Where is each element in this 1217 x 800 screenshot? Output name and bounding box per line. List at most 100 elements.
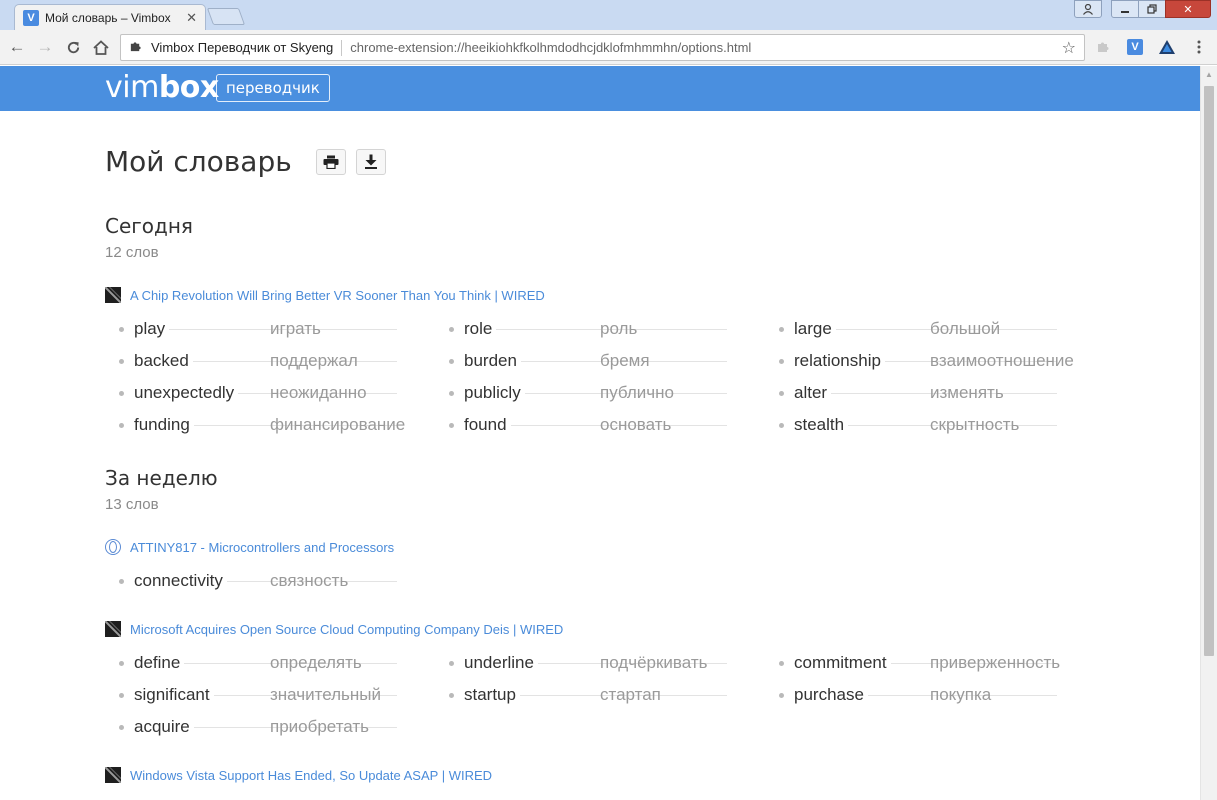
source-header: Microsoft Acquires Open Source Cloud Com… (105, 621, 563, 637)
word-translation: приверженность (930, 653, 1061, 672)
word-translation: поддержал (270, 351, 358, 370)
reload-icon[interactable] (62, 36, 84, 58)
bullet-icon (779, 692, 784, 698)
bullet-icon (449, 422, 454, 428)
wired-icon (105, 621, 121, 637)
word-term: significant (134, 685, 214, 705)
forward-arrow-icon[interactable]: → (34, 36, 56, 58)
tab-title: Мой словарь – Vimbox (45, 11, 171, 25)
word-translation: основать (600, 415, 672, 434)
bullet-icon (119, 724, 124, 730)
bullet-icon (449, 692, 454, 698)
word-term: define (134, 653, 185, 673)
word-translation: неожиданно (270, 383, 367, 402)
word-count: 13 слов (105, 496, 159, 513)
word-term: funding (134, 415, 194, 435)
drop-extension-icon[interactable] (1157, 37, 1177, 57)
word-item: significant значительный (105, 679, 405, 711)
vimbox-extension-icon[interactable]: V (1125, 37, 1145, 57)
source-header: Windows Vista Support Has Ended, So Upda… (105, 767, 492, 783)
word-term: commitment (794, 653, 891, 673)
bullet-icon (449, 390, 454, 396)
scroll-up-arrow-icon[interactable]: ▲ (1205, 70, 1213, 79)
vimbox-logo[interactable]: vimbox (105, 70, 219, 105)
print-button[interactable] (315, 148, 346, 175)
source-header: ATTINY817 - Microcontrollers and Process… (105, 539, 394, 555)
word-item: connectivity связность (105, 565, 405, 597)
word-translation: большой (930, 319, 1001, 338)
page-header: Мой словарь (105, 145, 386, 178)
user-profile-icon[interactable] (1074, 0, 1102, 18)
word-term: underline (464, 653, 538, 673)
page-scrollbar[interactable]: ▲ (1200, 66, 1217, 800)
word-translation: стартап (600, 685, 661, 704)
word-item: underline подчёркивать (435, 647, 735, 679)
wired-icon (105, 767, 121, 783)
word-translation: покупка (930, 685, 992, 704)
bullet-icon (449, 660, 454, 666)
bullet-icon (779, 660, 784, 666)
bookmark-star-icon[interactable]: ☆ (1062, 38, 1076, 58)
url-text[interactable]: chrome-extension://heeikiohkfkolhmdodhcj… (350, 40, 751, 55)
word-translation: играть (270, 319, 321, 338)
word-term: unexpectedly (134, 383, 239, 403)
word-translation: публично (600, 383, 674, 402)
scroll-thumb[interactable] (1204, 86, 1214, 656)
home-icon[interactable] (90, 36, 112, 58)
word-term: play (134, 319, 170, 339)
back-arrow-icon[interactable]: ← (6, 36, 28, 58)
word-term: large (794, 319, 836, 339)
word-translation: приобретать (270, 717, 370, 736)
source-link[interactable]: A Chip Revolution Will Bring Better VR S… (130, 288, 545, 303)
word-item: startup стартап (435, 679, 735, 711)
address-bar[interactable]: Vimbox Переводчик от Skyeng chrome-exten… (120, 34, 1085, 61)
word-translation: взаимоотношение (930, 351, 1074, 370)
bullet-icon (119, 326, 124, 332)
globe-icon (105, 539, 121, 555)
source-link[interactable]: Microsoft Acquires Open Source Cloud Com… (130, 622, 563, 637)
app-header: vimbox переводчик (0, 66, 1200, 111)
bullet-icon (119, 578, 124, 584)
new-tab-button[interactable] (206, 8, 246, 25)
word-item: role роль (435, 313, 735, 345)
window-close-button[interactable]: ✕ (1165, 0, 1211, 18)
bullet-icon (119, 390, 124, 396)
vimbox-favicon-icon: V (23, 10, 39, 26)
section-title: Сегодня (105, 214, 193, 238)
word-item: unexpectedly неожиданно (105, 377, 405, 409)
word-term: acquire (134, 717, 194, 737)
bullet-icon (779, 422, 784, 428)
word-translation: определять (270, 653, 362, 672)
word-item: relationship взаимоотношение (765, 345, 1074, 377)
source-link[interactable]: ATTINY817 - Microcontrollers and Process… (130, 540, 394, 555)
word-item: publicly публично (435, 377, 735, 409)
word-item: found основать (435, 409, 735, 441)
word-item: define определять (105, 647, 405, 679)
word-translation: связность (270, 571, 349, 590)
source-link[interactable]: Windows Vista Support Has Ended, So Upda… (130, 768, 492, 783)
tab-close-icon[interactable]: ✕ (186, 10, 197, 26)
browser-tab-active[interactable]: V Мой словарь – Vimbox ✕ (14, 4, 206, 31)
minimize-button[interactable] (1111, 0, 1139, 18)
printer-icon (323, 155, 339, 169)
word-item: alter изменять (765, 377, 1065, 409)
word-translation: роль (600, 319, 638, 338)
word-translation: скрытность (930, 415, 1020, 434)
word-translation: бремя (600, 351, 650, 370)
word-translation: подчёркивать (600, 653, 708, 672)
word-translation: финансирование (270, 415, 406, 434)
window-controls: ✕ (1074, 0, 1211, 18)
word-item: burden бремя (435, 345, 735, 377)
bullet-icon (779, 326, 784, 332)
download-icon (364, 154, 377, 169)
browser-menu-icon[interactable] (1189, 37, 1209, 57)
page-title: Мой словарь (105, 145, 292, 178)
source-header: A Chip Revolution Will Bring Better VR S… (105, 287, 545, 303)
bullet-icon (449, 358, 454, 364)
download-button[interactable] (355, 148, 386, 175)
bullet-icon (119, 422, 124, 428)
extension-puzzle-icon[interactable] (1093, 37, 1113, 57)
word-term: role (464, 319, 497, 339)
maximize-button[interactable] (1138, 0, 1166, 18)
word-item: backed поддержал (105, 345, 405, 377)
